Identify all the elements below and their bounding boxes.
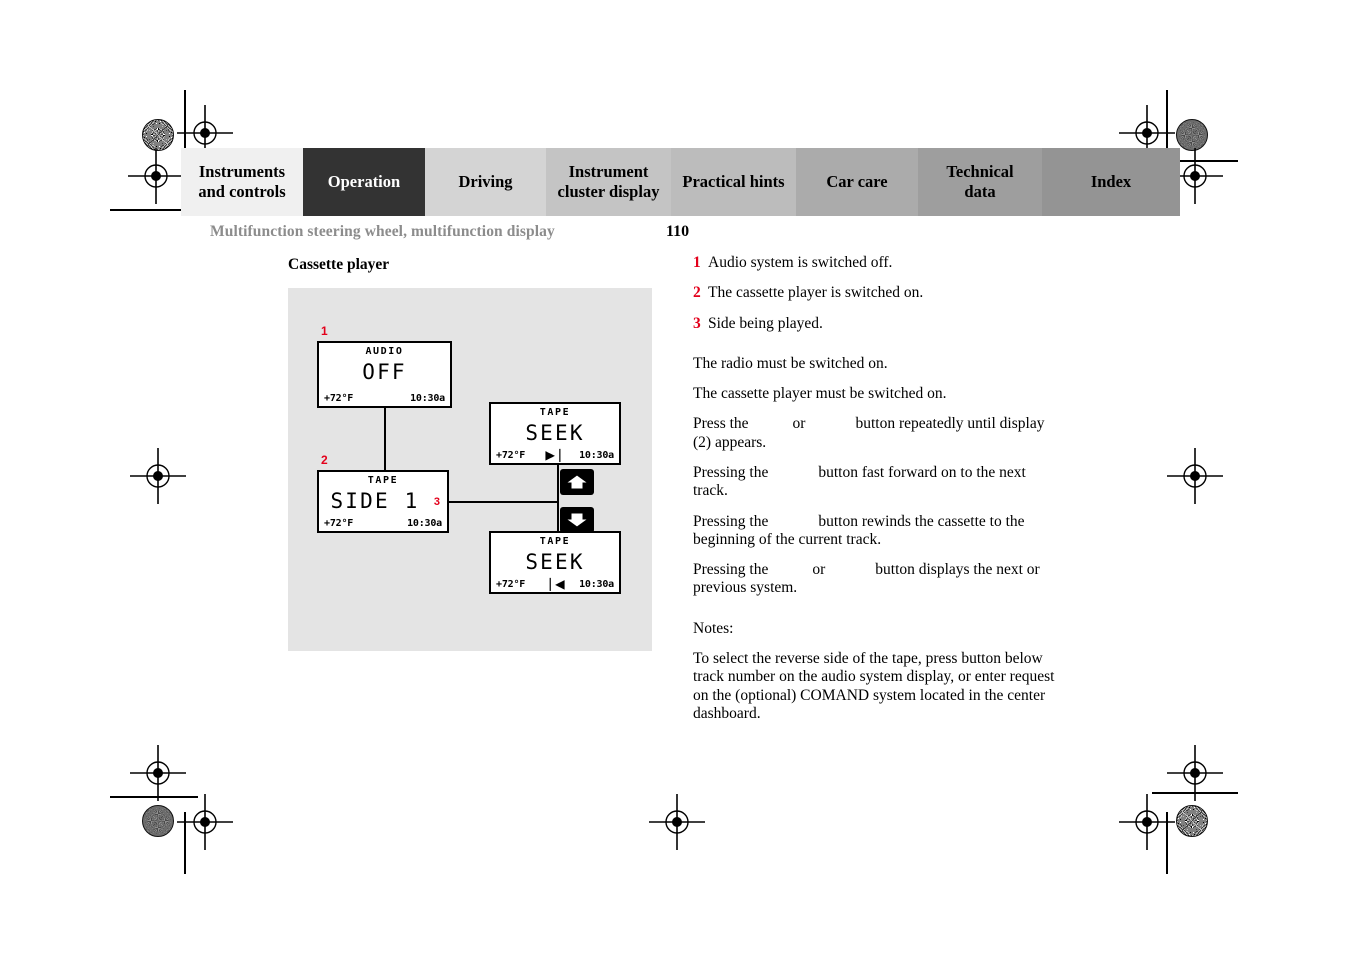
display-temperature: +72°F: [324, 518, 354, 529]
page-title: Cassette player: [288, 256, 390, 273]
registration-target-icon: [649, 794, 705, 850]
registration-target-icon: [1167, 745, 1223, 801]
tab-index[interactable]: Index: [1042, 148, 1180, 216]
tab-operation[interactable]: Operation: [303, 148, 425, 216]
tab-label: Instrument cluster display: [557, 161, 660, 201]
paragraph-next-previous-system: Pressing the or button displays the next o…: [693, 561, 1063, 598]
crop-line-vertical: [1166, 812, 1168, 874]
crop-line-horizontal: [1152, 792, 1238, 794]
display-source-label: TAPE: [367, 475, 399, 486]
tab-label: Index: [1090, 171, 1132, 191]
notes-text: To select the reverse side of the tape, …: [693, 649, 1055, 722]
tab-instrument-cluster-display[interactable]: Instrument cluster display: [546, 148, 671, 216]
tab-car-care[interactable]: Car care: [796, 148, 918, 216]
crop-line-horizontal: [110, 796, 198, 798]
crop-line-vertical: [184, 812, 186, 874]
display-source-label: AUDIO: [365, 346, 404, 357]
tab-label: Technical data: [946, 161, 1014, 201]
callout-2: 2: [321, 453, 328, 467]
scroll-up-button[interactable]: [560, 469, 594, 495]
display-main-text: SIDE 1: [330, 489, 420, 513]
display-main-text: OFF: [362, 360, 407, 384]
display-temperature: +72°F: [324, 393, 354, 404]
running-header-title: Multifunction steering wheel, multifunct…: [210, 223, 555, 240]
halftone-dot: [142, 119, 174, 151]
display-source-label: TAPE: [539, 407, 571, 418]
tab-driving[interactable]: Driving: [425, 148, 546, 216]
tab-label: Practical hints: [682, 171, 785, 191]
display-source-label: TAPE: [539, 536, 571, 547]
paragraph-radio-on: The radio must be switched on.: [693, 354, 888, 372]
paragraph-text-part: or: [792, 415, 806, 433]
arrow-down-icon: [564, 512, 590, 528]
display-clock: 10:30a: [410, 393, 445, 404]
paragraph-text-part: Press the: [693, 415, 749, 433]
paragraph-text-part: Pressing the: [693, 463, 769, 481]
paragraph-text-part: Pressing the: [693, 512, 769, 530]
legend-item: 3 Side being played.: [693, 315, 1063, 333]
display-tape-seek-rewind: TAPE SEEK +72°F ❘◀ 10:30a: [489, 531, 621, 594]
halftone-dot: [1176, 119, 1208, 151]
display-clock: 10:30a: [407, 518, 442, 529]
tab-label: Car care: [826, 171, 888, 191]
instruction-text-column: 1 Audio system is switched off. 2 The ca…: [693, 254, 1063, 735]
tab-practical-hints[interactable]: Practical hints: [671, 148, 796, 216]
legend-text: Audio system is switched off.: [708, 254, 893, 271]
scroll-down-button[interactable]: [560, 507, 594, 533]
display-main-text: SEEK: [525, 550, 585, 574]
display-tape-side-1: TAPE SIDE 1 3 +72°F 10:30a: [317, 470, 449, 533]
connector-line: [449, 501, 559, 503]
legend-number: 3: [693, 314, 701, 332]
cassette-player-diagram: 1 AUDIO OFF +72°F 10:30a 2 TAPE SIDE 1 3…: [288, 288, 652, 651]
registration-target-icon: [177, 105, 233, 161]
callout-1: 1: [321, 324, 328, 338]
tab-label: Driving: [458, 171, 513, 191]
connector-line: [384, 408, 386, 477]
legend-text: The cassette player is switched on.: [708, 284, 924, 302]
display-clock: 10:30a: [579, 450, 614, 461]
registration-target-icon: [130, 448, 186, 504]
legend-item: 1 Audio system is switched off.: [693, 254, 1063, 272]
callout-3: 3: [433, 496, 440, 508]
registration-target-icon: [130, 745, 186, 801]
arrow-up-icon: [564, 474, 590, 490]
page-number: 110: [666, 223, 690, 240]
paragraph-press-until-display: Press the or button repeatedly until displ…: [693, 415, 1063, 452]
paragraph-fast-forward: Pressing the button fast forward on to th…: [693, 464, 1063, 501]
registration-target-icon: [177, 794, 233, 850]
legend-number: 1: [693, 254, 701, 271]
registration-target-icon: [1167, 148, 1223, 204]
registration-target-icon: [1119, 794, 1175, 850]
display-main-text: SEEK: [525, 421, 585, 445]
legend-text: Side being played.: [708, 314, 823, 332]
halftone-dot: [1176, 805, 1208, 837]
legend-number: 2: [693, 284, 701, 302]
display-audio-off: AUDIO OFF +72°F 10:30a: [317, 341, 452, 408]
halftone-dot: [142, 805, 174, 837]
registration-target-icon: [1167, 448, 1223, 504]
paragraph-rewind: Pressing the button rewinds the cassette …: [693, 513, 1063, 550]
registration-target-icon: [128, 148, 184, 204]
tab-technical-data[interactable]: Technical data: [918, 148, 1042, 216]
tab-label: Operation: [327, 171, 401, 191]
display-tape-seek-forward: TAPE SEEK +72°F ▶❘ 10:30a: [489, 402, 621, 465]
paragraph-text-part: Pressing the: [693, 561, 769, 579]
registration-target-icon: [1119, 105, 1175, 161]
tab-instruments-and-controls[interactable]: Instruments and controls: [181, 148, 303, 216]
section-tab-bar[interactable]: Instruments and controls Operation Drivi…: [181, 148, 1180, 216]
display-clock: 10:30a: [579, 579, 614, 590]
notes-label: Notes:: [693, 619, 734, 637]
tab-label: Instruments and controls: [198, 161, 286, 201]
legend-item: 2 The cassette player is switched on.: [693, 284, 1063, 302]
paragraph-text-part: or: [812, 561, 826, 579]
paragraph-cassette-on: The cassette player must be switched on.: [693, 385, 947, 403]
